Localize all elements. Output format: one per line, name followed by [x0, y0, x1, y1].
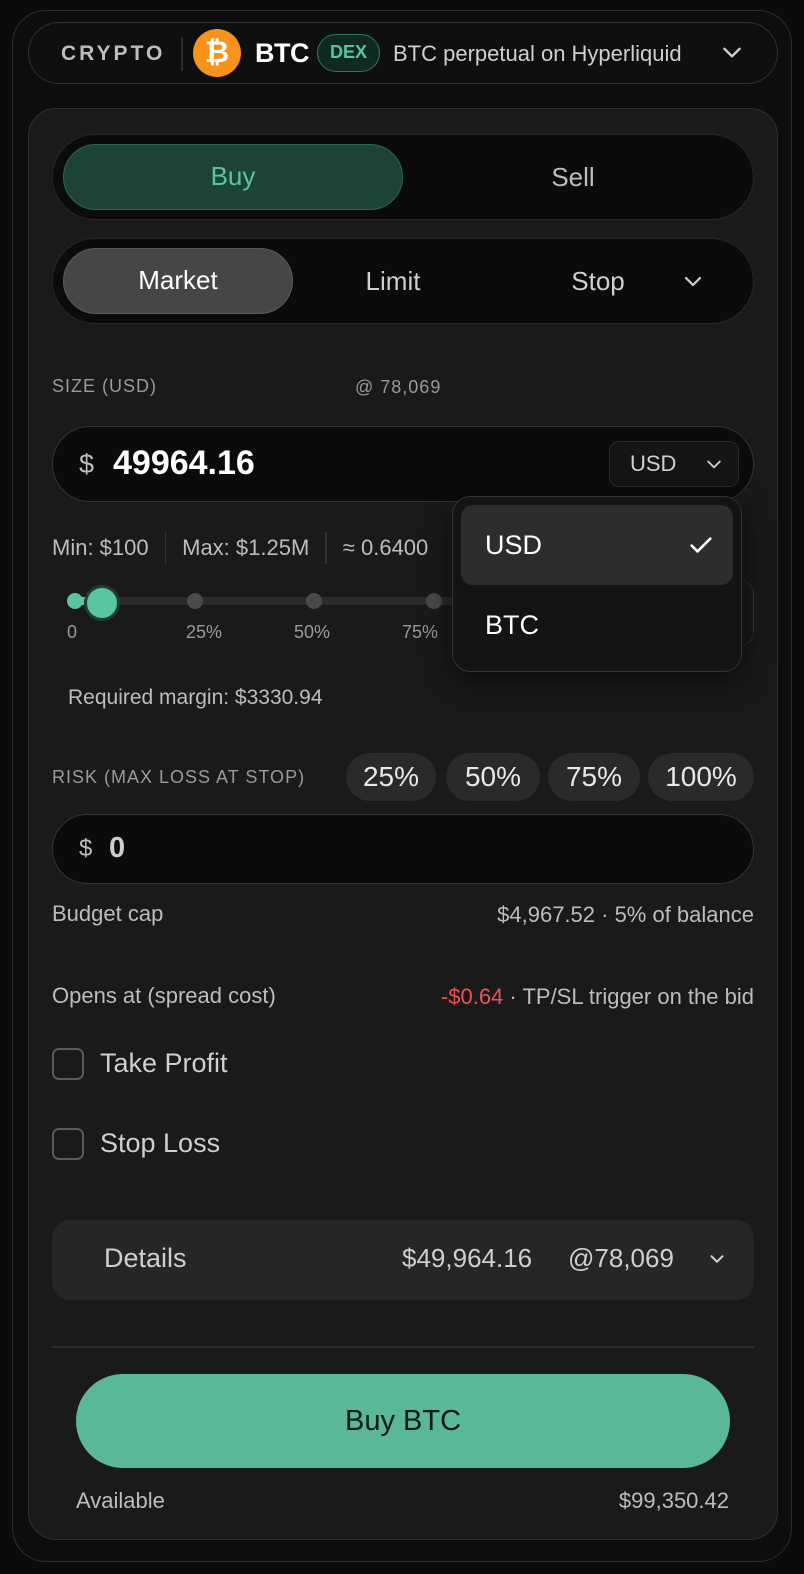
required-margin: Required margin: $3330.94 [68, 686, 323, 709]
chevron-down-icon [710, 1255, 724, 1263]
details-price: @78,069 [568, 1243, 674, 1273]
approx-btc: ≈ 0.6400 [342, 535, 429, 560]
risk-input[interactable]: $ 0 [52, 814, 754, 884]
checkmark-icon [690, 537, 712, 553]
tab-buy[interactable]: Buy [63, 144, 403, 210]
risk-preset-75[interactable]: 75% [548, 753, 640, 801]
tick-label: 75% [402, 622, 439, 642]
size-value[interactable]: 49964.16 [113, 444, 255, 483]
available-label: Available [76, 1488, 165, 1513]
size-label: SIZE (USD) [52, 376, 158, 396]
risk-label: RISK (MAX LOSS AT STOP) [52, 767, 306, 787]
market-description: BTC perpetual on Hyperliquid [393, 41, 682, 66]
divider [164, 532, 167, 564]
budget-cap-value: $4,967.52 · 5% of balance [497, 902, 754, 927]
risk-preset-25[interactable]: 25% [346, 753, 436, 801]
chevron-down-icon [707, 460, 721, 469]
tab-limit[interactable]: Limit [303, 248, 483, 314]
take-profit-label[interactable]: Take Profit [100, 1048, 228, 1079]
unit-dropdown-menu: USD BTC [452, 496, 742, 672]
risk-preset-50[interactable]: 50% [446, 753, 540, 801]
size-limits: Min: $100 Max: $1.25M ≈ 0.6400 [52, 532, 428, 564]
dex-badge: DEX [317, 34, 381, 72]
chevron-down-icon[interactable] [681, 269, 705, 293]
size-input[interactable]: $ 49964.16 USD [52, 426, 754, 502]
tick-label: 50% [294, 622, 331, 642]
stop-loss-checkbox[interactable] [52, 1128, 84, 1160]
slider-tick-50[interactable] [306, 593, 322, 609]
bitcoin-logo-icon: ₿ [193, 29, 241, 77]
side-toggle: Buy Sell [52, 134, 754, 220]
risk-preset-100[interactable]: 100% [648, 753, 754, 801]
header-divider [181, 37, 183, 71]
unit-option-label: USD [485, 530, 543, 560]
asset-symbol: BTC [255, 38, 310, 68]
trigger-note: · TP/SL trigger on the bid [503, 984, 754, 1009]
unit-option-usd[interactable]: USD [461, 505, 733, 585]
opens-at-label: Opens at (spread cost) [52, 983, 276, 1008]
size-slider-track[interactable] [72, 597, 472, 605]
tick-label: 25% [186, 622, 223, 642]
unit-select-value: USD [630, 451, 677, 476]
buy-btc-button[interactable]: Buy BTC [76, 1374, 730, 1468]
tab-sell[interactable]: Sell [403, 144, 743, 210]
currency-symbol: $ [79, 835, 93, 862]
details-amount: $49,964.16 [402, 1243, 533, 1273]
budget-cap-label: Budget cap [52, 901, 164, 926]
size-slider-thumb[interactable] [84, 585, 120, 621]
reference-price: @ 78,069 [355, 377, 442, 397]
max-size: Max: $1.25M [182, 535, 310, 560]
market-selector[interactable]: CRYPTO ₿ BTC DEX BTC perpetual on Hyperl… [28, 22, 778, 84]
tick-label: 0 [67, 622, 78, 642]
details-title: Details [104, 1243, 187, 1273]
tab-market[interactable]: Market [63, 248, 293, 314]
slider-tick-75[interactable] [426, 593, 442, 609]
unit-option-label: BTC [485, 610, 539, 640]
slider-tick-25[interactable] [187, 593, 203, 609]
opens-at-value: -$0.64 · TP/SL trigger on the bid [441, 984, 754, 1010]
category-label: CRYPTO [61, 42, 166, 65]
spread-cost: -$0.64 [440, 984, 504, 1009]
available-value: $99,350.42 [618, 1488, 729, 1513]
divider [325, 532, 327, 564]
details-accordion[interactable]: Details $49,964.16 @78,069 [52, 1220, 754, 1300]
tab-stop[interactable]: Stop [523, 248, 673, 314]
currency-symbol: $ [79, 449, 95, 479]
divider [52, 1346, 754, 1348]
min-size: Min: $100 [52, 535, 149, 560]
slider-tick-0[interactable] [67, 593, 83, 609]
unit-option-btc[interactable]: BTC [461, 585, 733, 665]
take-profit-checkbox[interactable] [52, 1048, 84, 1080]
stop-loss-label[interactable]: Stop Loss [100, 1128, 220, 1159]
unit-select[interactable]: USD [609, 441, 739, 487]
risk-value[interactable]: 0 [109, 832, 125, 865]
order-type-toggle: Market Limit Stop [52, 238, 754, 324]
chevron-down-icon[interactable] [719, 39, 745, 65]
